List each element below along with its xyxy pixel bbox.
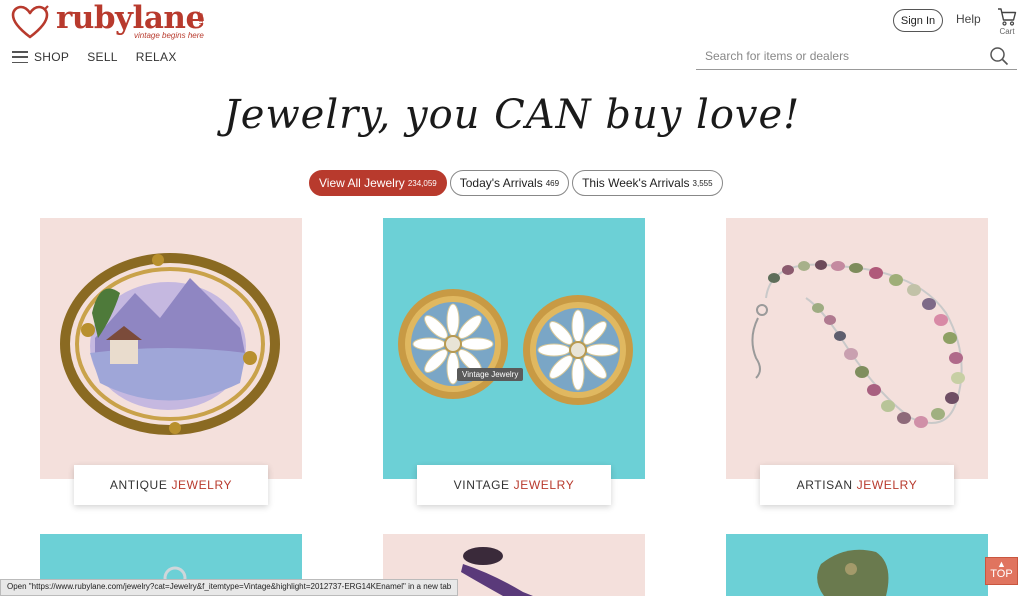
cart-label: Cart xyxy=(999,27,1015,36)
category-card-vintage[interactable]: VINTAGE JEWELRY xyxy=(383,218,645,505)
search-bar xyxy=(696,44,1017,70)
heart-logo-icon xyxy=(11,5,49,39)
card-label-vintage-jewelry[interactable]: VINTAGE JEWELRY xyxy=(417,465,611,505)
artisan-necklace-image xyxy=(751,260,965,428)
category-card-row2-3[interactable] xyxy=(726,534,988,596)
pill-label: View All Jewelry xyxy=(319,176,405,190)
search-icon[interactable] xyxy=(989,46,1009,66)
pill-label: This Week's Arrivals xyxy=(582,176,690,190)
card-label-text: ANTIQUE xyxy=(109,478,168,492)
category-card-artisan[interactable]: ARTISAN JEWELRY xyxy=(726,218,988,505)
back-to-top-button[interactable]: ▲ TOP xyxy=(985,557,1018,585)
card-label-text: ARTISAN xyxy=(796,478,853,492)
card-label-text: VINTAGE xyxy=(453,478,510,492)
filter-pills: View All Jewelry 234,059 Today's Arrival… xyxy=(309,170,723,196)
page-headline: Jewelry, you CAN buy love! xyxy=(223,92,801,138)
card-label-artisan-jewelry[interactable]: ARTISAN JEWELRY xyxy=(760,465,954,505)
pill-count: 3,555 xyxy=(692,178,713,188)
top-label: TOP xyxy=(990,568,1013,580)
jewelry-thumbnail-image xyxy=(817,549,889,596)
nav-sell[interactable]: SELL xyxy=(87,50,118,64)
card-label-accent: JEWELRY xyxy=(856,478,918,492)
pill-label: Today's Arrivals xyxy=(459,176,543,190)
logo-tagline: vintage begins here xyxy=(134,31,204,40)
pill-this-weeks-arrivals[interactable]: This Week's Arrivals 3,555 xyxy=(572,170,723,196)
hover-tooltip: Vintage Jewelry xyxy=(457,368,524,381)
cart-button[interactable]: Cart xyxy=(994,8,1020,40)
help-link[interactable]: Help xyxy=(956,12,981,26)
vintage-earrings-image xyxy=(398,289,633,405)
nav-relax[interactable]: RELAX xyxy=(136,50,177,64)
browser-status-bar: Open "https://www.rubylane.com/jewelry?c… xyxy=(0,579,459,596)
pill-view-all-jewelry[interactable]: View All Jewelry 234,059 xyxy=(309,170,447,196)
main-nav: SHOP SELL RELAX xyxy=(12,50,195,64)
shopping-cart-icon xyxy=(998,8,1017,26)
category-card-antique[interactable]: ANTIQUE JEWELRY xyxy=(40,218,302,505)
sign-in-button[interactable]: Sign In xyxy=(893,9,943,32)
rubylane-logo[interactable]: rubylane .com vintage begins here xyxy=(8,0,218,42)
chevron-up-icon: ▲ xyxy=(997,559,1006,569)
top-header: rubylane .com vintage begins here SHOP S… xyxy=(0,0,1024,75)
card-label-accent: JEWELRY xyxy=(513,478,575,492)
card-label-accent: JEWELRY xyxy=(171,478,233,492)
pill-count: 469 xyxy=(545,178,560,188)
card-label-antique-jewelry[interactable]: ANTIQUE JEWELRY xyxy=(74,465,268,505)
hamburger-menu-icon[interactable] xyxy=(12,51,28,63)
pill-todays-arrivals[interactable]: Today's Arrivals 469 xyxy=(449,170,570,196)
pill-count: 234,059 xyxy=(407,178,437,188)
search-input[interactable] xyxy=(696,44,976,68)
logo-dotcom: .com xyxy=(197,11,204,27)
antique-brooch-image xyxy=(60,253,280,435)
nav-shop[interactable]: SHOP xyxy=(34,50,69,64)
